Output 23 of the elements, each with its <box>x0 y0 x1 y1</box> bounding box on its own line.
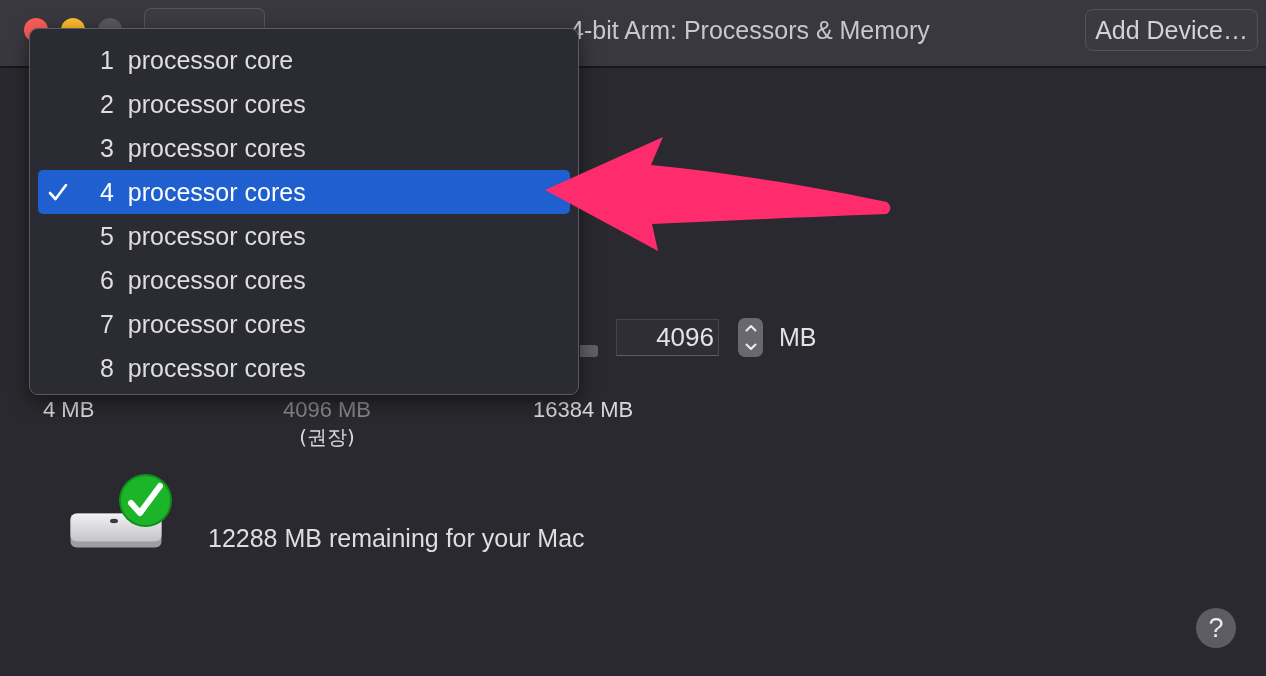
chevron-up-icon <box>744 324 757 332</box>
menu-item[interactable]: 6 processor cores <box>38 258 570 302</box>
help-button[interactable]: ? <box>1196 608 1236 648</box>
menu-item[interactable]: 3 processor cores <box>38 126 570 170</box>
scale-label: 16384 MB <box>533 396 634 424</box>
toolbar-button[interactable] <box>144 8 265 28</box>
menu-item[interactable]: 8 processor cores <box>38 346 570 390</box>
stepper[interactable] <box>738 318 763 357</box>
scale-note: (권장) <box>299 424 355 450</box>
chevron-down-icon <box>744 343 757 351</box>
add-device-button[interactable]: Add Device… <box>1085 9 1258 51</box>
checkmark-icon <box>48 183 68 201</box>
menu-item[interactable]: 4 processor cores <box>38 170 570 214</box>
menu-item[interactable]: 2 processor cores <box>38 82 570 126</box>
menu-item[interactable]: 5 processor cores <box>38 214 570 258</box>
menu-item[interactable]: 1 processor core <box>38 38 570 82</box>
slider-track[interactable] <box>580 344 598 357</box>
memory-field[interactable]: 4096 <box>616 319 719 356</box>
scale-label: 4 MB <box>43 396 96 424</box>
menu-item[interactable]: 7 processor cores <box>38 302 570 346</box>
scale-label: 4096 MB <box>282 396 372 424</box>
unit-label: MB <box>779 323 817 352</box>
status-message: 12288 MB remaining for your Mac <box>208 523 585 553</box>
